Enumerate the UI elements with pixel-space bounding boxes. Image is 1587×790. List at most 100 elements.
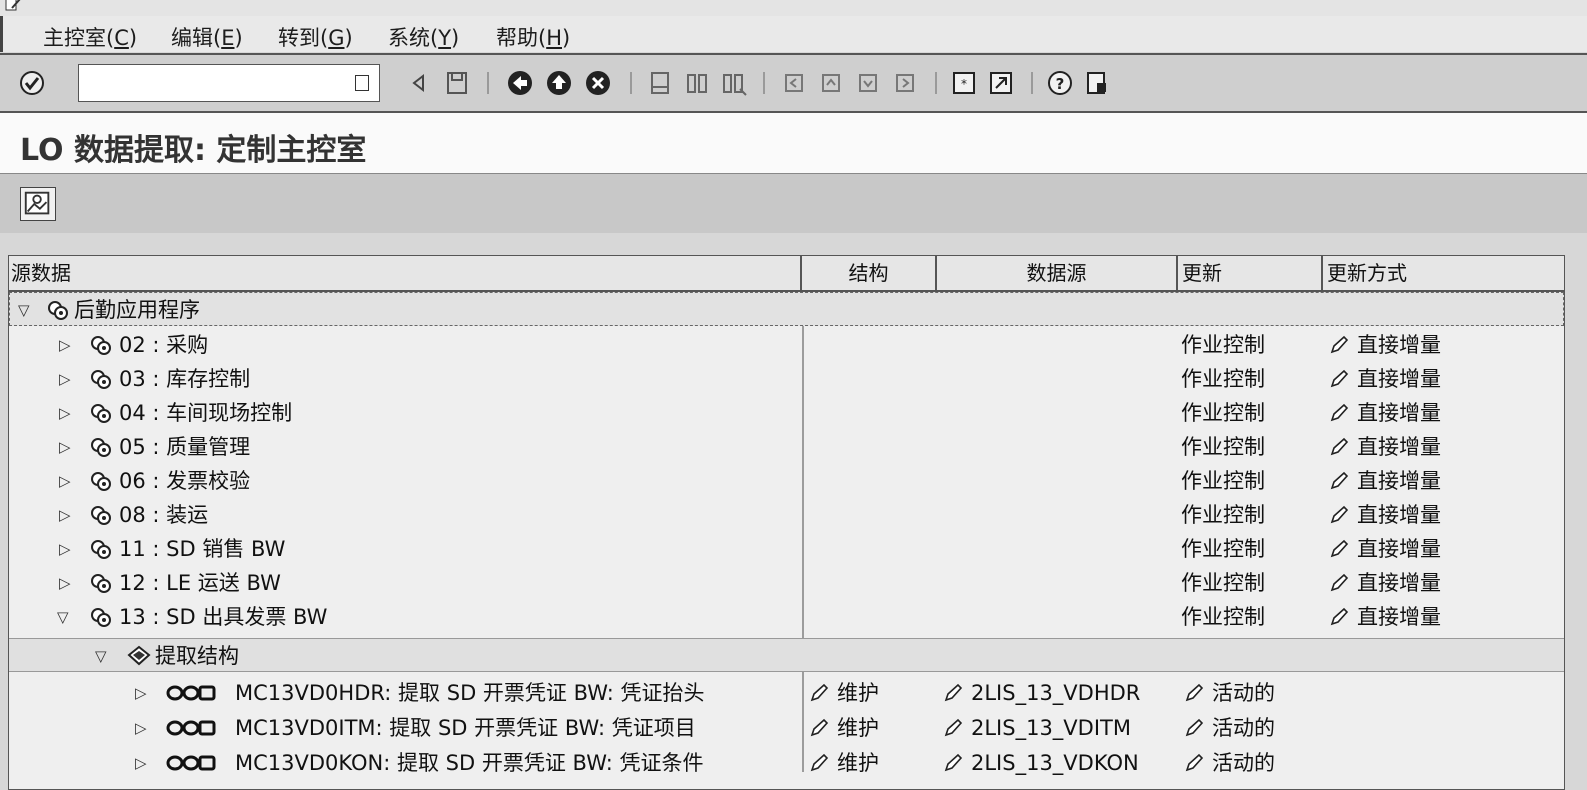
tree-row-extract-node[interactable]: ▽ 提取结构 bbox=[9, 638, 1564, 672]
update-cell[interactable]: 作业控制 bbox=[1181, 566, 1265, 600]
exit-icon[interactable] bbox=[545, 69, 573, 97]
update-mode-cell[interactable]: 直接增量 bbox=[1329, 498, 1441, 532]
tree-row-app[interactable]: ▷ 06 : 发票校验 作业控制 直接增量 bbox=[9, 464, 1564, 498]
expand-icon[interactable]: ▷ bbox=[135, 746, 147, 780]
tree-row-app[interactable]: ▷ 12 : LE 运送 BW 作业控制 直接增量 bbox=[9, 566, 1564, 600]
tree-node-label: MC13VD0ITM: 提取 SD 开票凭证 BW: 凭证项目 bbox=[235, 716, 696, 740]
pencil-icon bbox=[944, 718, 963, 737]
tree-row-app[interactable]: ▷ 08 : 装运 作业控制 直接增量 bbox=[9, 498, 1564, 532]
tree-row-app[interactable]: ▷ 05 : 质量管理 作业控制 直接增量 bbox=[9, 430, 1564, 464]
history-back-icon[interactable] bbox=[405, 69, 433, 97]
print-icon[interactable] bbox=[646, 69, 674, 97]
menu-bar: 主控室(C) 编辑(E) 转到(G) 系统(Y) 帮助(H) bbox=[0, 16, 1587, 52]
gear-icon bbox=[91, 370, 111, 389]
pencil-icon bbox=[810, 683, 829, 702]
update-cell[interactable]: 作业控制 bbox=[1181, 430, 1265, 464]
command-field[interactable] bbox=[78, 64, 380, 102]
menu-item-goto[interactable]: 转到(G) bbox=[278, 22, 353, 52]
update-cell[interactable]: 作业控制 bbox=[1181, 396, 1265, 430]
expand-icon[interactable]: ▷ bbox=[59, 532, 71, 566]
update-mode-cell[interactable]: 直接增量 bbox=[1329, 328, 1441, 362]
gear-icon bbox=[91, 438, 111, 457]
update-mode-cell[interactable]: 直接增量 bbox=[1329, 532, 1441, 566]
tree-row-structure[interactable]: ▷ MC13VD0ITM: 提取 SD 开票凭证 BW: 凭证项目 维护 2LI… bbox=[9, 711, 1564, 745]
cancel-icon[interactable] bbox=[584, 69, 612, 97]
update-cell[interactable]: 作业控制 bbox=[1181, 532, 1265, 566]
update-cell[interactable]: 活动的 bbox=[1184, 746, 1275, 780]
title-area: LO 数据提取: 定制主控室 bbox=[0, 113, 1587, 173]
update-cell[interactable]: 作业控制 bbox=[1181, 600, 1265, 634]
update-mode-cell[interactable]: 直接增量 bbox=[1329, 430, 1441, 464]
pencil-icon bbox=[1330, 437, 1349, 456]
tree-row-structure[interactable]: ▷ MC13VD0HDR: 提取 SD 开票凭证 BW: 凭证抬头 维护 2LI… bbox=[9, 676, 1564, 710]
structure-cell[interactable]: 维护 bbox=[809, 676, 879, 710]
find-next-icon[interactable] bbox=[720, 69, 748, 97]
update-cell[interactable]: 作业控制 bbox=[1181, 498, 1265, 532]
new-session-icon[interactable]: * bbox=[950, 69, 978, 97]
tree-row-app[interactable]: ▽ 13 : SD 出具发票 BW 作业控制 直接增量 bbox=[9, 600, 1564, 634]
update-cell[interactable]: 活动的 bbox=[1184, 676, 1275, 710]
command-history-icon[interactable] bbox=[355, 75, 369, 91]
tree-row-app[interactable]: ▷ 04 : 车间现场控制 作业控制 直接增量 bbox=[9, 396, 1564, 430]
first-page-icon[interactable] bbox=[780, 69, 808, 97]
update-cell[interactable]: 作业控制 bbox=[1181, 362, 1265, 396]
standard-toolbar: * ? bbox=[0, 53, 1587, 113]
expand-icon[interactable]: ▷ bbox=[59, 464, 71, 498]
structure-cell[interactable]: 维护 bbox=[809, 746, 879, 780]
col-header-source[interactable]: 源数据 bbox=[9, 256, 802, 290]
maintenance-button[interactable] bbox=[20, 187, 56, 221]
find-icon[interactable] bbox=[683, 69, 711, 97]
col-header-datasource[interactable]: 数据源 bbox=[937, 256, 1178, 290]
col-header-update[interactable]: 更新 bbox=[1178, 256, 1323, 290]
expand-icon[interactable]: ▷ bbox=[59, 566, 71, 600]
gear-icon bbox=[91, 540, 111, 559]
datasource-cell[interactable]: 2LIS_13_VDHDR bbox=[943, 676, 1140, 710]
tree-row-root[interactable]: ▽ 后勤应用程序 bbox=[9, 292, 1564, 326]
update-mode-cell[interactable]: 直接增量 bbox=[1329, 566, 1441, 600]
datasource-cell[interactable]: 2LIS_13_VDKON bbox=[943, 746, 1139, 780]
update-cell[interactable]: 作业控制 bbox=[1181, 328, 1265, 362]
shortcut-icon[interactable] bbox=[987, 69, 1015, 97]
col-header-update-mode[interactable]: 更新方式 bbox=[1323, 256, 1564, 290]
collapse-icon[interactable]: ▽ bbox=[95, 639, 107, 673]
structure-cell[interactable]: 维护 bbox=[809, 711, 879, 745]
expand-icon[interactable]: ▷ bbox=[59, 498, 71, 532]
customize-layout-icon[interactable] bbox=[1083, 69, 1111, 97]
menu-item-cockpit[interactable]: 主控室(C) bbox=[43, 22, 137, 52]
help-icon[interactable]: ? bbox=[1046, 69, 1074, 97]
back-icon[interactable] bbox=[506, 69, 534, 97]
prev-page-icon[interactable] bbox=[817, 69, 845, 97]
col-header-structure[interactable]: 结构 bbox=[802, 256, 937, 290]
expand-icon[interactable]: ▷ bbox=[59, 362, 71, 396]
tree-node-label: 后勤应用程序 bbox=[74, 298, 200, 322]
tree-row-structure[interactable]: ▷ MC13VD0KON: 提取 SD 开票凭证 BW: 凭证条件 维护 2LI… bbox=[9, 746, 1564, 780]
collapse-icon[interactable]: ▽ bbox=[57, 600, 69, 634]
save-icon[interactable] bbox=[443, 69, 471, 97]
expand-icon[interactable]: ▷ bbox=[59, 328, 71, 362]
collapse-icon[interactable]: ▽ bbox=[18, 293, 30, 327]
tree-row-app[interactable]: ▷ 02 : 采购 作业控制 直接增量 bbox=[9, 328, 1564, 362]
datasource-cell[interactable]: 2LIS_13_VDITM bbox=[943, 711, 1131, 745]
tree-row-app[interactable]: ▷ 11 : SD 销售 BW 作业控制 直接增量 bbox=[9, 532, 1564, 566]
expand-icon[interactable]: ▷ bbox=[135, 711, 147, 745]
update-mode-cell[interactable]: 直接增量 bbox=[1329, 600, 1441, 634]
structure-fields-icon bbox=[166, 685, 216, 701]
enter-icon[interactable] bbox=[18, 69, 46, 97]
tree-row-app[interactable]: ▷ 03 : 库存控制 作业控制 直接增量 bbox=[9, 362, 1564, 396]
update-mode-cell[interactable]: 直接增量 bbox=[1329, 464, 1441, 498]
update-cell[interactable]: 作业控制 bbox=[1181, 464, 1265, 498]
pencil-icon bbox=[1185, 753, 1204, 772]
expand-icon[interactable]: ▷ bbox=[59, 430, 71, 464]
update-cell[interactable]: 活动的 bbox=[1184, 711, 1275, 745]
menu-item-help[interactable]: 帮助(H) bbox=[496, 22, 570, 52]
menu-item-edit[interactable]: 编辑(E) bbox=[171, 22, 243, 52]
expand-icon[interactable]: ▷ bbox=[59, 396, 71, 430]
last-page-icon[interactable] bbox=[891, 69, 919, 97]
image-icon bbox=[24, 191, 50, 215]
expand-icon[interactable]: ▷ bbox=[135, 676, 147, 710]
tree-node-label: 04 : 车间现场控制 bbox=[119, 401, 293, 425]
next-page-icon[interactable] bbox=[854, 69, 882, 97]
update-mode-cell[interactable]: 直接增量 bbox=[1329, 362, 1441, 396]
menu-item-system[interactable]: 系统(Y) bbox=[388, 22, 459, 52]
update-mode-cell[interactable]: 直接增量 bbox=[1329, 396, 1441, 430]
